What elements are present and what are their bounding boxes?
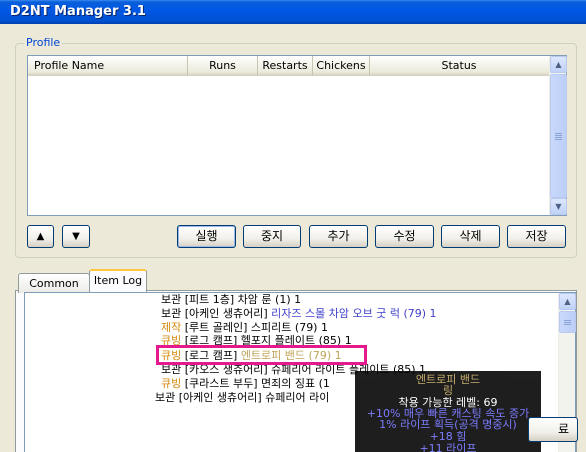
highlight-box (156, 345, 367, 365)
move-down-button[interactable]: ▼ (62, 225, 90, 248)
stop-button[interactable]: 중지 (243, 225, 301, 248)
add-button[interactable]: 추가 (309, 225, 368, 248)
window-title: D2NT Manager 3.1 (10, 4, 146, 19)
item-tooltip: 엔트로피 밴드 링 착용 가능한 레벨: 69 +10% 매우 빠른 캐스팅 속… (355, 371, 541, 452)
window-title-bar[interactable]: D2NT Manager 3.1 (0, 0, 586, 24)
edit-button[interactable]: 수정 (375, 225, 434, 248)
tab-common-log[interactable]: Common Log (18, 273, 90, 309)
log-line: 큐빙 [쿠라스트 부두] 면죄의 징표 (1 (161, 377, 330, 390)
column-chickens[interactable]: Chickens (313, 56, 370, 76)
run-button[interactable]: 실행 (177, 225, 236, 248)
scroll-thumb[interactable] (550, 74, 567, 198)
column-restarts[interactable]: Restarts (258, 56, 313, 76)
log-line: 보관 [피트 1층] 차암 룬 (1) 1 (161, 293, 302, 306)
log-line: 보관 [아케인 생츄어리] 리자즈 스몰 차암 오브 굿 럭 (79) 1 (161, 307, 437, 320)
save-button[interactable]: 저장 (507, 225, 566, 248)
column-runs[interactable]: Runs (188, 56, 258, 76)
scroll-down-icon[interactable]: ▼ (550, 198, 567, 215)
log-line: 보관 [아케인 생츄어리] 슈페리어 라이 (155, 391, 330, 404)
delete-button[interactable]: 삭제 (441, 225, 500, 248)
profile-list[interactable]: Profile Name Runs Restarts Chickens Stat… (27, 55, 567, 216)
column-status[interactable]: Status (370, 56, 548, 76)
log-scroll-thumb[interactable] (559, 311, 576, 333)
log-line: 제작 [루트 골레인] 스피리트 (79) 1 (161, 321, 328, 334)
profile-list-scrollbar[interactable]: ▲ ▼ (549, 56, 567, 215)
tab-item-log[interactable]: Item Log (89, 269, 147, 292)
finish-button[interactable]: 료 (528, 417, 578, 442)
scroll-up-icon[interactable]: ▲ (550, 56, 567, 73)
tooltip-mod: +11 라이프 (419, 442, 477, 452)
profile-list-header: Profile Name Runs Restarts Chickens Stat… (28, 56, 549, 76)
move-up-button[interactable]: ▲ (27, 225, 54, 248)
column-profile-name[interactable]: Profile Name (28, 56, 188, 76)
profile-group-label: Profile (24, 36, 63, 50)
log-scroll-up-icon[interactable]: ▲ (559, 293, 576, 310)
